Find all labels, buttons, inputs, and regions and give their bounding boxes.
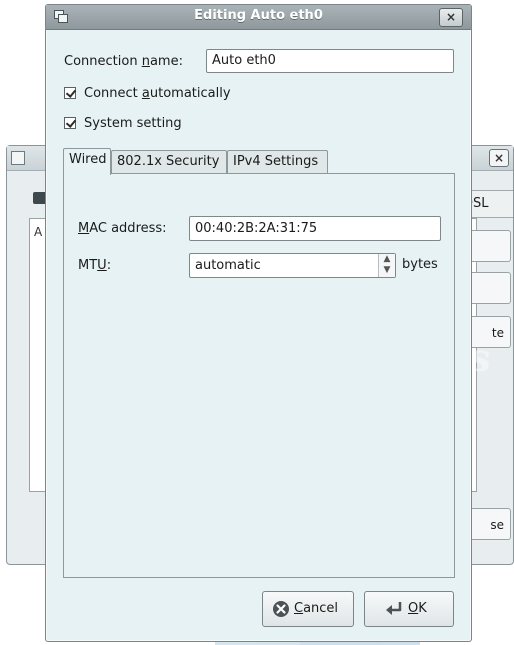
mtu-label: MTU: [78, 258, 111, 273]
label-accel: n [141, 54, 150, 69]
mtu-unit: bytes [402, 257, 438, 272]
chevron-down-icon[interactable]: ▼ [379, 265, 395, 276]
wired-tab-panel: MAC address: 00:40:2B:2A:31:75 MTU: auto… [63, 173, 455, 578]
cancel-button[interactable]: Cancel [262, 591, 354, 627]
label-accel: a [141, 86, 150, 101]
mac-address-label: MAC address: [78, 221, 167, 236]
label-part: Connection [64, 54, 142, 69]
label-accel: O [408, 601, 419, 616]
connection-name-label: Connection name: [64, 54, 183, 69]
label-part: MT [78, 258, 98, 273]
checkbox-checked-icon [64, 87, 76, 99]
cancel-icon [273, 601, 289, 617]
label-accel: C [294, 601, 304, 616]
label-part: ancel [303, 601, 339, 616]
mac-address-input[interactable]: 00:40:2B:2A:31:75 [189, 216, 441, 241]
system-setting-checkbox[interactable]: System setting [64, 116, 182, 134]
tab-ipv4-settings[interactable]: IPv4 Settings [227, 150, 328, 174]
label-part: AC address: [89, 221, 167, 236]
enter-arrow-icon [386, 602, 402, 615]
close-icon: × [445, 10, 457, 24]
checkbox-checked-icon [64, 117, 76, 129]
ok-button[interactable]: OK [364, 591, 454, 627]
mtu-spinbox[interactable]: automatic [189, 253, 396, 278]
label-part: Connect [84, 86, 142, 101]
label-part: utomatically [149, 86, 231, 101]
label-part: ame: [149, 54, 183, 69]
label-accel: M [78, 221, 90, 236]
close-button[interactable]: × [439, 8, 463, 27]
cancel-label: Cancel [294, 592, 338, 626]
label-accel: U [97, 258, 107, 273]
dialog-titlebar: Editing Auto eth0 × [46, 5, 471, 30]
dialog-title: Editing Auto eth0 [194, 8, 323, 23]
label-part: : [106, 258, 112, 273]
delete-label: te [491, 326, 504, 340]
chevron-up-icon[interactable]: ▲ [379, 254, 395, 265]
system-setting-label: System setting [84, 116, 182, 131]
ok-label: OK [408, 592, 427, 626]
connection-name-input[interactable]: Auto eth0 [206, 49, 454, 73]
window-icon [11, 151, 25, 165]
tab-802-1x-security[interactable]: 802.1x Security [111, 150, 227, 174]
label-part: K [418, 601, 427, 616]
background-close-button[interactable]: × [489, 149, 509, 167]
connect-automatically-checkbox[interactable]: Connect automatically [64, 86, 231, 104]
tab-wired[interactable]: Wired [63, 148, 111, 175]
list-header: A [34, 225, 43, 239]
mtu-stepper[interactable]: ▲ ▼ [378, 254, 395, 277]
close-label: se [490, 518, 504, 532]
edit-connection-dialog: Editing Auto eth0 × Connection name: Aut… [45, 4, 472, 642]
